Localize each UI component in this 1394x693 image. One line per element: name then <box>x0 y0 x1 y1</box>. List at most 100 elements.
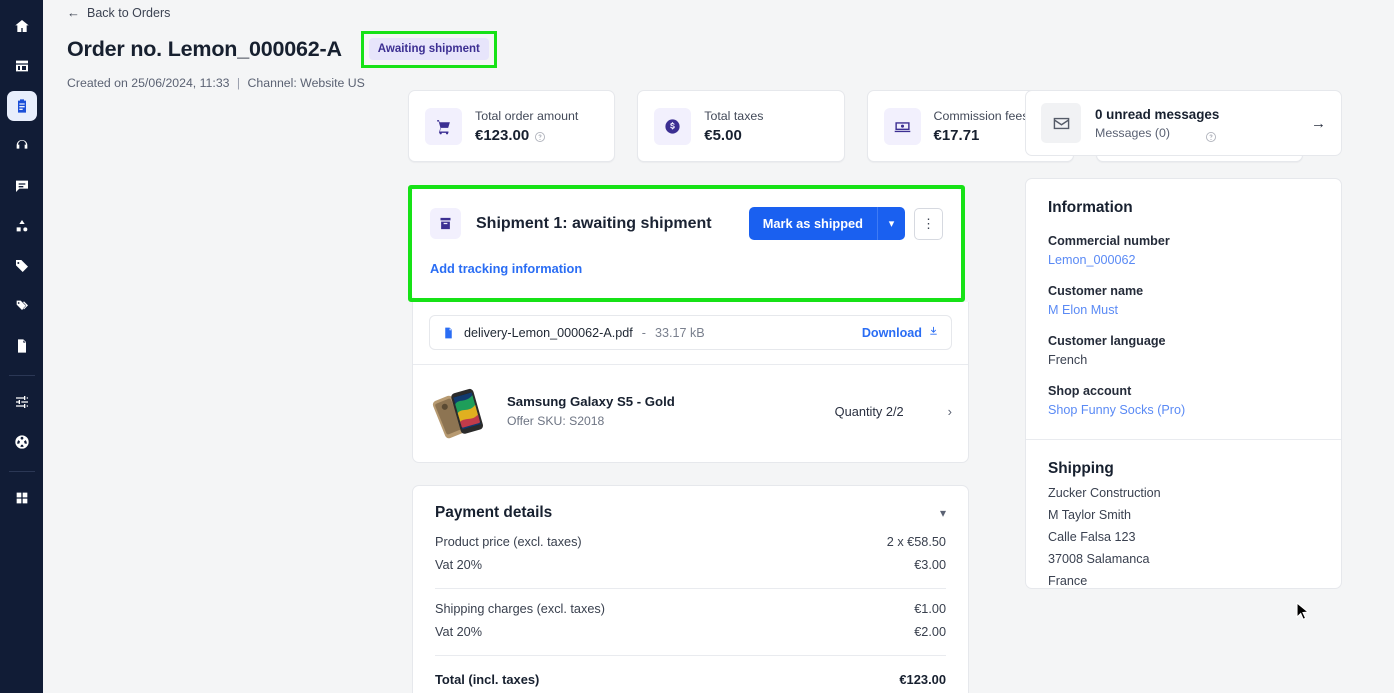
metric-value-wrap: €123.00 <box>475 127 578 144</box>
sidebar-item-messages[interactable] <box>7 171 37 201</box>
coin-icon <box>654 107 692 145</box>
add-tracking-information-link[interactable]: Add tracking information <box>430 261 582 276</box>
payment-row: Vat 20% €3.00 <box>435 558 946 572</box>
sidebar-item-promotions[interactable] <box>7 291 37 321</box>
tags-double-icon <box>14 298 30 314</box>
payment-row-value: €1.00 <box>914 602 946 616</box>
content-grid: Total order amount €123.00 Total taxes €… <box>408 90 1394 693</box>
sidebar-item-store[interactable] <box>7 51 37 81</box>
payment-row-label: Vat 20% <box>435 558 483 572</box>
download-label: Download <box>861 325 922 340</box>
payment-row: Product price (excl. taxes) 2 x €58.50 <box>435 535 946 549</box>
shipment-card-highlight: Shipment 1: awaiting shipment Mark as sh… <box>408 185 965 302</box>
settings-sliders-icon <box>14 394 30 410</box>
metric-label: Total taxes <box>704 108 764 123</box>
payment-row-value: €2.00 <box>914 625 946 639</box>
shipping-address-line: Zucker Construction <box>1048 486 1161 500</box>
messages-chat-icon <box>14 178 30 194</box>
information-card: Information Commercial number Lemon_0000… <box>1025 178 1342 589</box>
messages-title: 0 unread messages <box>1095 106 1220 122</box>
side-column: 0 unread messages Messages (0) → Informa… <box>1025 90 1342 693</box>
shipment-box-icon <box>430 208 461 239</box>
shipment-body: delivery-Lemon_000062-A.pdf - 33.17 kB D… <box>412 302 969 463</box>
created-on-label: Created on 25/06/2024, 11:33 <box>67 76 230 90</box>
shipment-product-row[interactable]: Samsung Galaxy S5 - Gold Offer SKU: S201… <box>429 365 952 442</box>
sidebar-item-offers[interactable] <box>7 251 37 281</box>
shipment-actions: Mark as shipped ▾ ⋮ <box>748 207 943 240</box>
commercial-number-link[interactable]: Lemon_000062 <box>1048 253 1319 267</box>
sidebar-item-home[interactable] <box>7 11 37 41</box>
metric-card-total-order-amount: Total order amount €123.00 <box>408 90 616 162</box>
delivery-note-size: 33.17 kB <box>654 325 705 340</box>
shipment-title: Shipment 1: awaiting shipment <box>476 214 712 232</box>
payment-row: Vat 20% €2.00 <box>435 625 946 639</box>
metric-value: €123.00 <box>475 127 530 145</box>
kebab-menu-icon: ⋮ <box>922 215 935 231</box>
chevron-right-icon[interactable]: › <box>948 404 952 419</box>
help-circle-icon[interactable] <box>1205 130 1217 142</box>
chevron-down-icon[interactable]: ▾ <box>940 506 946 520</box>
metric-value: €17.71 <box>933 127 980 145</box>
sidebar-item-settings[interactable] <box>7 387 37 417</box>
metric-label: Total order amount <box>475 108 579 123</box>
arrow-left-icon: ← <box>67 5 80 20</box>
information-divider <box>1026 439 1341 440</box>
store-icon <box>14 58 30 74</box>
product-sku: Offer SKU: S2018 <box>507 414 605 428</box>
customer-language-value: French <box>1048 353 1088 367</box>
mark-as-shipped-dropdown-button[interactable]: ▾ <box>877 207 905 240</box>
sidebar-item-documents[interactable] <box>7 331 37 361</box>
payment-row-label: Shipping charges (excl. taxes) <box>435 602 605 616</box>
help-circle-icon[interactable] <box>534 130 546 142</box>
shop-account-label: Shop account <box>1048 384 1132 398</box>
sidebar-item-catalog[interactable] <box>7 211 37 241</box>
page-content: ← Back to Orders Order no. Lemon_000062-… <box>43 0 1394 693</box>
banknotes-icon <box>883 107 921 145</box>
download-icon <box>928 325 939 340</box>
arrow-right-icon: → <box>1311 114 1326 132</box>
payment-row-label: Product price (excl. taxes) <box>435 535 582 549</box>
envelope-icon <box>1041 103 1081 143</box>
page-subtitle: Created on 25/06/2024, 11:33 | Channel: … <box>67 76 1394 90</box>
metric-value-wrap: €17.71 <box>934 127 1029 144</box>
payment-divider <box>435 655 946 656</box>
back-to-orders-link[interactable]: ← Back to Orders <box>67 6 170 20</box>
title-row: Order no. Lemon_000062-A Awaiting shipme… <box>67 31 1394 68</box>
shipment-card: Shipment 1: awaiting shipment Mark as sh… <box>412 189 961 298</box>
payment-row: Shipping charges (excl. taxes) €1.00 <box>435 602 946 616</box>
delivery-note-separator: - <box>641 325 646 340</box>
sidebar-item-apps[interactable] <box>7 483 37 513</box>
payment-details-header[interactable]: Payment details ▾ <box>435 504 946 522</box>
back-link-label: Back to Orders <box>87 5 171 20</box>
sidebar-nav <box>0 0 43 693</box>
shipping-address-line: M Taylor Smith <box>1048 508 1132 522</box>
shipping-address-line: 37008 Salamanca <box>1048 552 1150 566</box>
pdf-file-icon <box>442 326 455 340</box>
metric-label: Commission fees <box>933 108 1029 123</box>
sidebar-divider-1 <box>8 375 35 376</box>
sidebar-item-support[interactable] <box>7 131 37 161</box>
home-icon <box>14 18 30 34</box>
payment-divider <box>435 588 946 589</box>
payment-details-card: Payment details ▾ Product price (excl. t… <box>412 485 969 693</box>
metric-value: €5.00 <box>704 127 742 145</box>
mark-as-shipped-button[interactable]: Mark as shipped <box>748 207 877 240</box>
metric-value-wrap: €5.00 <box>704 127 763 144</box>
sidebar-item-help[interactable] <box>7 427 37 457</box>
customer-name-label: Customer name <box>1048 284 1144 298</box>
sidebar-item-orders[interactable] <box>6 91 37 121</box>
customer-name-link[interactable]: M Elon Must <box>1048 303 1319 317</box>
messages-card[interactable]: 0 unread messages Messages (0) → <box>1025 90 1342 156</box>
shipping-address-line: Calle Falsa 123 <box>1048 530 1136 544</box>
mark-as-shipped-split-button: Mark as shipped ▾ <box>748 207 905 240</box>
payment-row-value: €3.00 <box>914 558 946 572</box>
app-root: ← Back to Orders Order no. Lemon_000062-… <box>0 0 1394 693</box>
delivery-note-filename: delivery-Lemon_000062-A.pdf <box>464 325 633 340</box>
delivery-note-row: delivery-Lemon_000062-A.pdf - 33.17 kB D… <box>429 315 952 350</box>
payment-details-title: Payment details <box>435 504 553 521</box>
chevron-down-icon: ▾ <box>888 218 895 230</box>
shipment-more-options-button[interactable]: ⋮ <box>914 207 943 240</box>
shop-account-link[interactable]: Shop Funny Socks (Pro) <box>1048 403 1319 417</box>
download-delivery-note-button[interactable]: Download <box>862 325 939 340</box>
apps-grid-icon <box>14 490 30 506</box>
